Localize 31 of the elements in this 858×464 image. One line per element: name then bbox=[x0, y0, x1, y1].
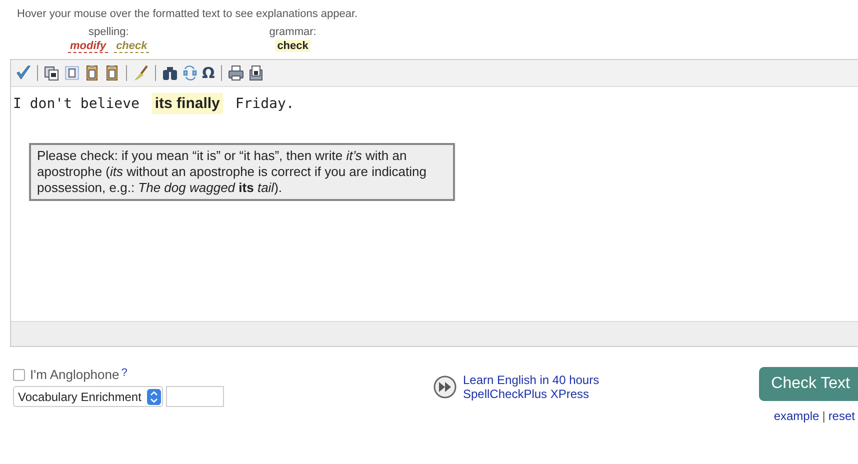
text-icon[interactable] bbox=[64, 65, 80, 81]
legend-heading: grammar: bbox=[269, 26, 316, 38]
fast-forward-icon[interactable] bbox=[433, 375, 457, 399]
dropdown-arrows-icon bbox=[147, 388, 162, 404]
binoculars-icon[interactable] bbox=[162, 65, 178, 81]
explanation-tooltip: Please check: if you mean “it is” or “it has”, then write it’s with an apostrophe (its without an apostrophe is correct if you are indicating possession, e.g.: The dog wagged its tail). bbox=[29, 143, 455, 201]
document-icon[interactable] bbox=[248, 65, 264, 81]
check-text-button[interactable]: Check Text bbox=[759, 367, 858, 401]
legend-heading: spelling: bbox=[88, 26, 129, 38]
input-field[interactable] bbox=[166, 386, 224, 407]
legend-label: modify bbox=[68, 40, 108, 53]
text-link[interactable]: reset bbox=[828, 409, 855, 423]
clipboard-icon[interactable] bbox=[84, 65, 100, 81]
help-link[interactable]: ? bbox=[121, 367, 128, 379]
mode-dropdown[interactable]: Vocabulary Enrichment bbox=[13, 386, 164, 407]
anglophone-checkbox[interactable] bbox=[13, 368, 25, 380]
brush-icon[interactable] bbox=[133, 65, 149, 81]
omega-button[interactable]: Ω bbox=[202, 65, 215, 81]
legend-label: check bbox=[275, 40, 310, 52]
promo-link[interactable]: SpellCheckPlus XPress bbox=[463, 387, 600, 401]
checkbox-label: I'm Anglophone bbox=[30, 367, 120, 382]
link-separator: | bbox=[822, 409, 826, 423]
copy-icon[interactable] bbox=[44, 65, 60, 81]
promo-link[interactable]: Learn English in 40 hours bbox=[463, 373, 600, 387]
clipboard-icon[interactable] bbox=[104, 65, 120, 81]
legend-label: check bbox=[114, 40, 150, 53]
instruction-text: Hover your mouse over the formatted text to see explanations appear. bbox=[16, 7, 358, 20]
printer-icon[interactable] bbox=[228, 65, 244, 81]
checkmark-icon[interactable] bbox=[15, 65, 31, 81]
editor-text[interactable]: I don't believe its finally Friday. bbox=[13, 95, 294, 112]
text-link[interactable]: example bbox=[774, 409, 820, 423]
